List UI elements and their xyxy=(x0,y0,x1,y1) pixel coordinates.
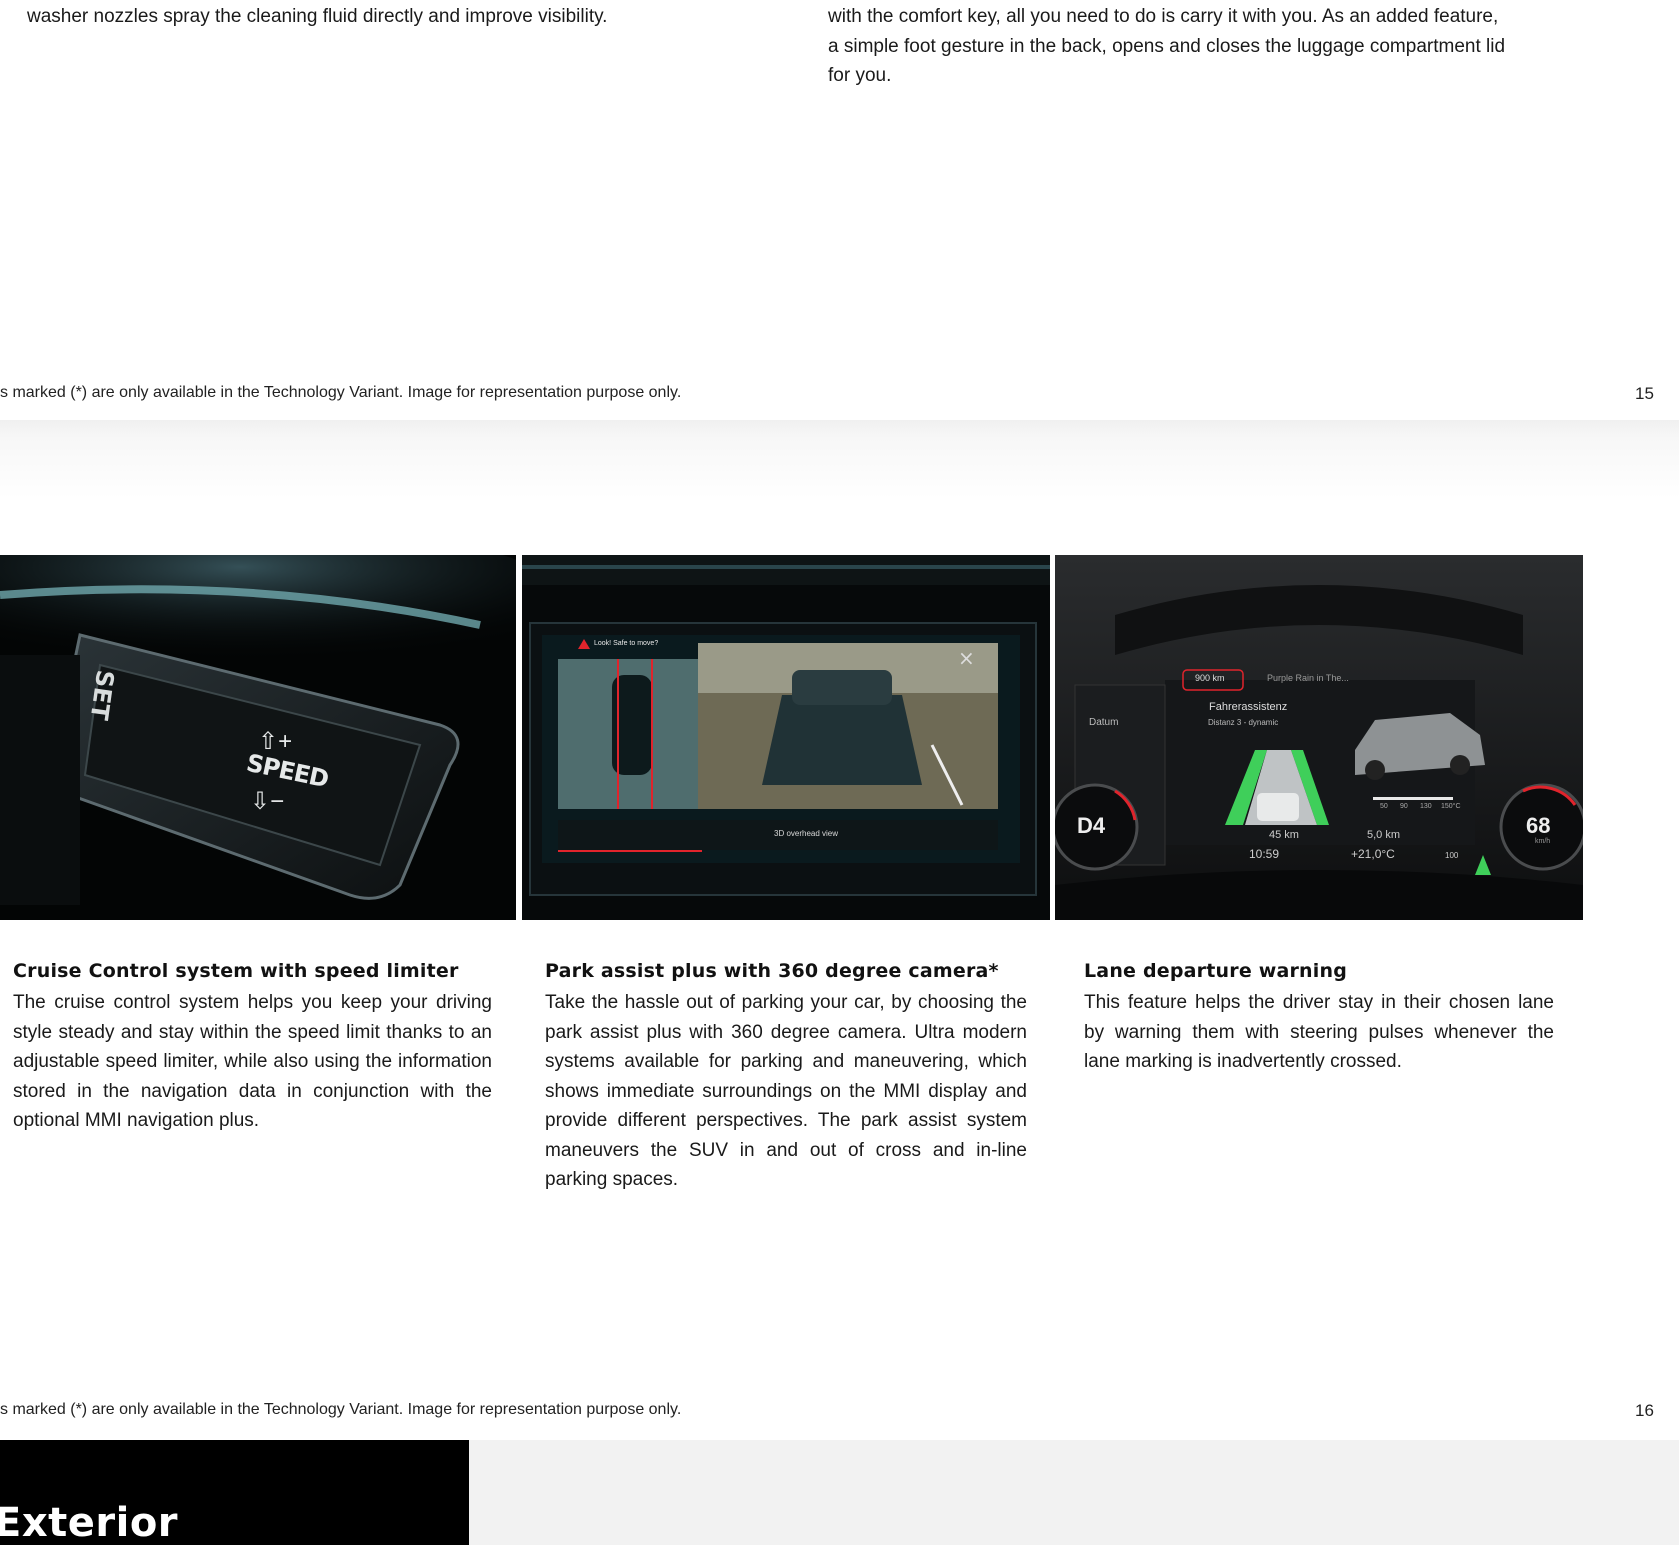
park-warning-text: Look! Safe to move? xyxy=(594,640,659,647)
page-17-background xyxy=(469,1440,1679,1545)
page-15-number: 15 xyxy=(1635,384,1654,403)
page-15: washer nozzles spray the cleaning fluid … xyxy=(0,0,1679,420)
cluster-gear: D4 xyxy=(1077,813,1106,838)
cluster-media: Purple Rain in The... xyxy=(1267,673,1349,683)
temp-scale-tick: 90 xyxy=(1400,803,1408,810)
page-16-number: 16 xyxy=(1635,1401,1654,1420)
text-line: with the comfort key, all you need to do… xyxy=(828,6,1499,27)
column-body: The cruise control system helps you keep… xyxy=(13,992,492,1131)
cluster-speed-unit: km/h xyxy=(1535,838,1551,845)
text-line: for you. xyxy=(828,65,892,86)
column-cruise-control: Cruise Control system with speed limiter… xyxy=(13,960,492,1136)
page-16-footnote: s marked (*) are only available in the T… xyxy=(0,1401,682,1418)
cluster-clock: 10:59 xyxy=(1249,847,1280,861)
page-15-footnote: s marked (*) are only available in the T… xyxy=(0,384,682,401)
temp-scale-tick: 150°C xyxy=(1441,803,1461,810)
page-15-right-text: with the comfort key, all you need to do… xyxy=(828,2,1588,91)
column-body: This feature helps the driver stay in th… xyxy=(1084,992,1554,1072)
exterior-section-header: Exterior xyxy=(0,1440,469,1545)
column-body: Take the hassle out of parking your car,… xyxy=(545,992,1027,1190)
column-heading: Cruise Control system with speed limiter xyxy=(13,960,459,982)
cluster-trip2: 5,0 km xyxy=(1367,829,1401,841)
mmi-display-illustration: × xyxy=(522,555,1050,920)
column-heading: Lane departure warning xyxy=(1084,960,1348,982)
column-lane-departure: Lane departure warning This feature help… xyxy=(1084,960,1554,1077)
cluster-limit: 100 xyxy=(1445,851,1459,860)
svg-text:×: × xyxy=(958,646,975,670)
text-line: a simple foot gesture in the back, opens… xyxy=(828,35,1506,57)
cluster-menu-sub: Distanz 3 - dynamic xyxy=(1208,718,1279,727)
park-view-label: 3D overhead view xyxy=(774,829,839,838)
cluster-trip1: 45 km xyxy=(1269,829,1299,841)
cluster-range: 900 km xyxy=(1195,673,1225,683)
column-heading: Park assist plus with 360 degree camera* xyxy=(545,960,999,982)
cluster-menu-title: Fahrerassistenz xyxy=(1209,701,1288,713)
cluster-datum: Datum xyxy=(1089,717,1119,728)
cruise-control-photo: SET ⇧+ SPEED ⇩− xyxy=(0,555,516,920)
virtual-cockpit-illustration xyxy=(1055,555,1583,920)
column-park-assist: Park assist plus with 360 degree camera*… xyxy=(545,960,1027,1195)
page-15-left-text: washer nozzles spray the cleaning fluid … xyxy=(27,6,608,27)
section-title: Exterior xyxy=(0,1500,179,1545)
speed-down-icon: ⇩− xyxy=(250,788,285,815)
temp-scale-tick: 130 xyxy=(1420,803,1432,810)
lane-departure-photo: 900 km Purple Rain in The... Datum Fahre… xyxy=(1055,555,1583,920)
cluster-speed: 68 xyxy=(1526,813,1551,838)
cluster-temp: +21,0°C xyxy=(1351,847,1395,861)
page-gap xyxy=(0,420,1679,438)
temp-scale-tick: 50 xyxy=(1380,803,1388,810)
park-assist-photo: × Look! Safe to move? 3D overhead view xyxy=(522,555,1050,920)
